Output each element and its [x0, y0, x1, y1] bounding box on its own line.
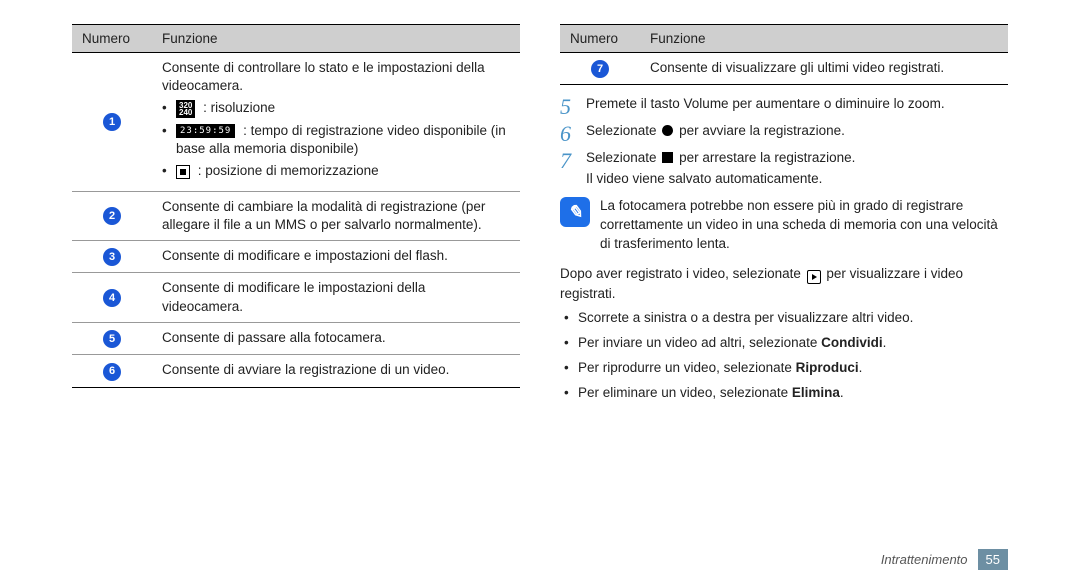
row-text: Consente di visualizzare gli ultimi vide… [640, 53, 1008, 85]
resolution-icon: 320240 [176, 100, 195, 118]
sub-item: • 23:59:59 : tempo di registrazione vide… [162, 122, 510, 158]
function-table-right: Numero Funzione 7 Consente di visualizza… [560, 24, 1008, 85]
col-header-funzione: Funzione [152, 25, 520, 53]
bullet-text: . [840, 385, 844, 400]
step-text-pre: Selezionate [586, 123, 660, 138]
bullet-text: Per eliminare un video, selezionate [578, 385, 792, 400]
list-item: Per eliminare un video, selezionate Elim… [564, 384, 1008, 403]
step-number: 5 [560, 95, 586, 118]
note-icon: ✎ [560, 197, 590, 227]
bullet-list: Scorrete a sinistra o a destra per visua… [560, 309, 1008, 403]
table-row: 2 Consente di cambiare la modalità di re… [72, 191, 520, 240]
row-intro: Consente di controllare lo stato e le im… [162, 59, 510, 95]
record-icon [662, 125, 673, 136]
number-badge: 4 [103, 289, 121, 307]
number-badge: 3 [103, 248, 121, 266]
number-badge: 6 [103, 363, 121, 381]
stop-icon [662, 152, 673, 163]
sub-item: • 320240 : risoluzione [162, 99, 510, 117]
list-item: Per riprodurre un video, selezionate Rip… [564, 359, 1008, 378]
number-badge: 5 [103, 330, 121, 348]
bullet-text: Scorrete a sinistra o a destra per visua… [578, 310, 913, 325]
page-footer: Intrattenimento 55 [881, 549, 1008, 570]
bullet-bold: Riproduci [796, 360, 859, 375]
number-badge: 2 [103, 207, 121, 225]
row-text: Consente di cambiare la modalità di regi… [152, 191, 520, 240]
step-text-pre: Selezionate [586, 150, 660, 165]
right-column: Numero Funzione 7 Consente di visualizza… [560, 24, 1008, 409]
col-header-funzione: Funzione [640, 25, 1008, 53]
col-header-numero: Numero [560, 25, 640, 53]
play-icon [807, 270, 821, 284]
number-badge: 7 [591, 60, 609, 78]
table-row: 3 Consente di modificare e impostazioni … [72, 240, 520, 272]
after-note: Dopo aver registrato i video, selezionat… [560, 264, 1008, 304]
bullet-text: . [859, 360, 863, 375]
row-text: Consente di avviare la registrazione di … [152, 355, 520, 387]
table-row: 7 Consente di visualizzare gli ultimi vi… [560, 53, 1008, 85]
number-badge: 1 [103, 113, 121, 131]
row-text: Consente di modificare e impostazioni de… [152, 240, 520, 272]
note-text: La fotocamera potrebbe non essere più in… [600, 197, 1008, 254]
step-number: 6 [560, 122, 586, 145]
step-5: 5 Premete il tasto Volume per aumentare … [560, 95, 1008, 118]
left-column: Numero Funzione 1 Consente di controllar… [72, 24, 520, 409]
bullet-text: . [883, 335, 887, 350]
storage-icon [176, 165, 190, 179]
step-subtext: Il video viene salvato automaticamente. [586, 170, 1008, 189]
step-text-post: per arrestare la registrazione. [679, 150, 855, 165]
sub-text: : risoluzione [203, 100, 275, 115]
table-row: 1 Consente di controllare lo stato e le … [72, 53, 520, 192]
sub-item: • : posizione di memorizzazione [162, 162, 510, 180]
footer-page-number: 55 [978, 549, 1008, 570]
page: Numero Funzione 1 Consente di controllar… [0, 0, 1080, 449]
step-text-post: per avviare la registrazione. [679, 123, 845, 138]
table-row: 4 Consente di modificare le impostazioni… [72, 273, 520, 322]
row-text: Consente di passare alla fotocamera. [152, 322, 520, 354]
col-header-numero: Numero [72, 25, 152, 53]
bullet-text: Per riprodurre un video, selezionate [578, 360, 796, 375]
table-row: 6 Consente di avviare la registrazione d… [72, 355, 520, 387]
step-6: 6 Selezionate per avviare la registrazio… [560, 122, 1008, 145]
step-text: Premete il tasto Volume per aumentare o … [586, 95, 1008, 114]
timer-icon: 23:59:59 [176, 124, 235, 138]
list-item: Per inviare un video ad altri, seleziona… [564, 334, 1008, 353]
bullet-text: Per inviare un video ad altri, seleziona… [578, 335, 821, 350]
sub-text: : posizione di memorizzazione [198, 163, 379, 178]
list-item: Scorrete a sinistra o a destra per visua… [564, 309, 1008, 328]
step-number: 7 [560, 149, 586, 172]
bullet-bold: Condividi [821, 335, 883, 350]
table-row: 5 Consente di passare alla fotocamera. [72, 322, 520, 354]
function-table-left: Numero Funzione 1 Consente di controllar… [72, 24, 520, 388]
after-note-pre: Dopo aver registrato i video, selezionat… [560, 266, 805, 281]
row-text: Consente di modificare le impostazioni d… [152, 273, 520, 322]
bullet-bold: Elimina [792, 385, 840, 400]
footer-section: Intrattenimento [881, 552, 968, 567]
note-block: ✎ La fotocamera potrebbe non essere più … [560, 197, 1008, 254]
step-7: 7 Selezionate per arrestare la registraz… [560, 149, 1008, 189]
